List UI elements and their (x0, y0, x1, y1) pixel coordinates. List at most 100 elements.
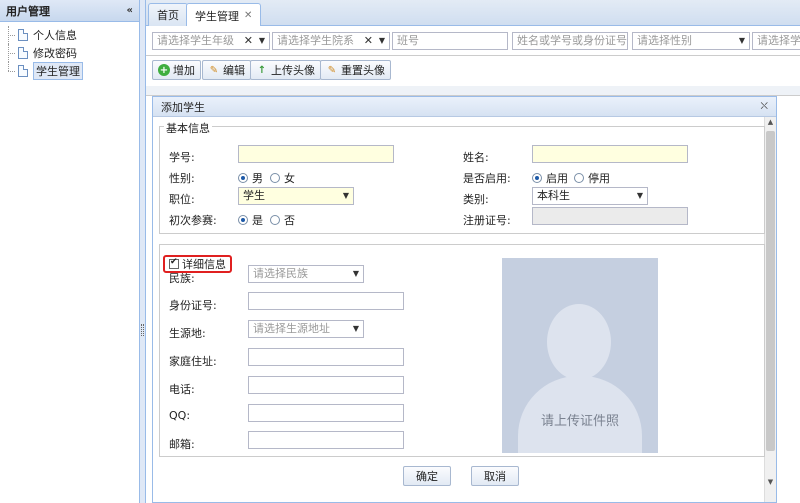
scroll-up-icon[interactable]: ▲ (765, 118, 776, 130)
name-label: 姓名: (463, 151, 489, 164)
add-button[interactable]: + 增加 (152, 60, 201, 80)
registration-label: 注册证号: (463, 214, 511, 227)
email-input[interactable] (248, 431, 404, 449)
close-icon[interactable]: ✕ (244, 10, 252, 21)
chevron-down-icon: ▼ (342, 191, 349, 200)
clear-icon[interactable]: ✕ (364, 33, 373, 49)
document-icon (18, 29, 28, 41)
sidebar-item-label: 个人信息 (33, 29, 77, 42)
left-panel: 用户管理 « 个人信息 修改密码 学生管理 (0, 0, 140, 503)
sidebar-item-label: 学生管理 (33, 62, 83, 80)
enabled-label: 是否启用: (463, 172, 511, 185)
gender-label: 性别: (169, 172, 195, 185)
clear-icon[interactable]: ✕ (244, 33, 253, 49)
id-photo-upload[interactable]: 请上传证件照 (502, 258, 658, 453)
college-select[interactable]: 请选择学生院系 ✕ ▼ (272, 32, 390, 50)
avatar-placeholder-icon (547, 304, 611, 380)
reset-avatar-button[interactable]: ✎ 重置头像 (320, 60, 391, 80)
scroll-down-icon[interactable]: ▼ (765, 478, 776, 490)
ethnic-select[interactable]: 请选择民族 ▼ (248, 265, 364, 283)
grade-placeholder: 请选择学生年级 (157, 34, 234, 47)
dialog-title: 添加学生 (161, 100, 205, 114)
class-placeholder: 班号 (397, 34, 419, 47)
dialog-body: 基本信息 学号: 姓名: 性别: 男 女 是否启用: 启用 停用 职位: 学生 … (153, 117, 765, 502)
edit-button[interactable]: ✎ 编辑 (202, 60, 251, 80)
basic-info-legend: 基本信息 (164, 120, 212, 136)
chevron-down-icon[interactable]: ▼ (379, 33, 385, 49)
first-no-label: 否 (284, 214, 295, 227)
tab-bar: 首页 学生管理 ✕ (146, 0, 800, 27)
detail-info-toggle[interactable]: 详细信息 (163, 255, 232, 273)
address-label: 家庭住址: (169, 355, 217, 368)
idcard-label: 身份证号: (169, 299, 217, 312)
ethnic-placeholder: 请选择民族 (253, 267, 308, 280)
gender-placeholder: 请选择性别 (637, 34, 692, 47)
confirm-button[interactable]: 确定 (403, 466, 451, 486)
edit-label: 编辑 (223, 64, 245, 77)
student-select[interactable]: 请选择学生 (752, 32, 800, 50)
registration-input[interactable] (532, 207, 688, 225)
close-icon[interactable]: ⛌ (761, 101, 768, 112)
collapse-icon[interactable]: « (127, 5, 133, 16)
class-input[interactable]: 班号 (392, 32, 508, 50)
category-select[interactable]: 本科生 ▼ (532, 187, 648, 205)
name-input[interactable] (532, 145, 688, 163)
college-placeholder: 请选择学生院系 (277, 34, 354, 47)
first-yes-radio[interactable]: 是 (238, 212, 263, 228)
student-id-input[interactable] (238, 145, 394, 163)
first-time-label: 初次参赛: (169, 214, 217, 227)
confirm-label: 确定 (416, 470, 438, 483)
gender-select[interactable]: 请选择性别 ▼ (632, 32, 750, 50)
sidebar-item-change-password[interactable]: 修改密码 (0, 44, 139, 62)
scroll-thumb[interactable] (766, 131, 775, 451)
search-input[interactable]: 姓名或学号或身份证号 (512, 32, 628, 50)
gender-male-radio[interactable]: 男 (238, 170, 263, 186)
phone-input[interactable] (248, 376, 404, 394)
upload-label: 上传头像 (271, 64, 315, 77)
grade-select[interactable]: 请选择学生年级 ✕ ▼ (152, 32, 270, 50)
tab-home[interactable]: 首页 (148, 3, 188, 26)
gender-female-label: 女 (284, 172, 295, 185)
toolbar: + 增加 ✎ 编辑 ↑ 上传头像 ✎ 重置头像 (146, 56, 800, 84)
checkbox-icon[interactable] (169, 257, 179, 269)
chevron-down-icon: ▼ (352, 324, 359, 333)
tab-label: 首页 (157, 9, 179, 22)
photo-upload-text: 请上传证件照 (540, 414, 619, 429)
gender-female-radio[interactable]: 女 (270, 170, 295, 186)
detail-info-legend: 详细信息 (182, 258, 226, 271)
position-value: 学生 (243, 189, 265, 202)
dialog-titlebar: 添加学生 ⛌ (153, 97, 776, 117)
cancel-button[interactable]: 取消 (471, 466, 519, 486)
add-student-dialog: 添加学生 ⛌ ▲ ▼ 基本信息 学号: 姓名: 性别: 男 女 是否启用: 启用… (152, 96, 777, 503)
first-no-radio[interactable]: 否 (270, 212, 295, 228)
enabled-on-radio[interactable]: 启用 (532, 170, 568, 186)
address-input[interactable] (248, 348, 404, 366)
qq-input[interactable] (248, 404, 404, 422)
email-label: 邮箱: (169, 438, 195, 451)
filter-bar: 请选择学生年级 ✕ ▼ 请选择学生院系 ✕ ▼ 班号 姓名或学号或身份证号 请选… (146, 26, 800, 56)
category-value: 本科生 (537, 189, 570, 202)
enabled-off-radio[interactable]: 停用 (574, 170, 610, 186)
dialog-scrollbar[interactable]: ▲ ▼ (764, 117, 776, 502)
upload-avatar-button[interactable]: ↑ 上传头像 (250, 60, 321, 80)
idcard-input[interactable] (248, 292, 404, 310)
sidebar-item-profile[interactable]: 个人信息 (0, 26, 139, 44)
search-placeholder: 姓名或学号或身份证号 (517, 34, 627, 47)
origin-select[interactable]: 请选择生源地址 ▼ (248, 320, 364, 338)
chevron-down-icon: ▼ (636, 191, 643, 200)
qq-label: QQ: (169, 409, 191, 422)
category-label: 类别: (463, 193, 489, 206)
chevron-down-icon[interactable]: ▼ (259, 33, 265, 49)
chevron-down-icon[interactable]: ▼ (739, 33, 745, 49)
tab-student-management[interactable]: 学生管理 ✕ (186, 3, 262, 27)
student-placeholder: 请选择学生 (757, 34, 800, 47)
enabled-on-label: 启用 (546, 172, 568, 185)
position-select[interactable]: 学生 ▼ (238, 187, 354, 205)
cancel-label: 取消 (484, 470, 506, 483)
upload-arrow-icon: ↑ (257, 64, 267, 76)
sidebar-title: 用户管理 (6, 4, 50, 18)
document-icon (18, 47, 28, 59)
sidebar-item-student-management[interactable]: 学生管理 (0, 62, 139, 80)
enabled-off-label: 停用 (588, 172, 610, 185)
sidebar-header: 用户管理 « (0, 0, 139, 22)
